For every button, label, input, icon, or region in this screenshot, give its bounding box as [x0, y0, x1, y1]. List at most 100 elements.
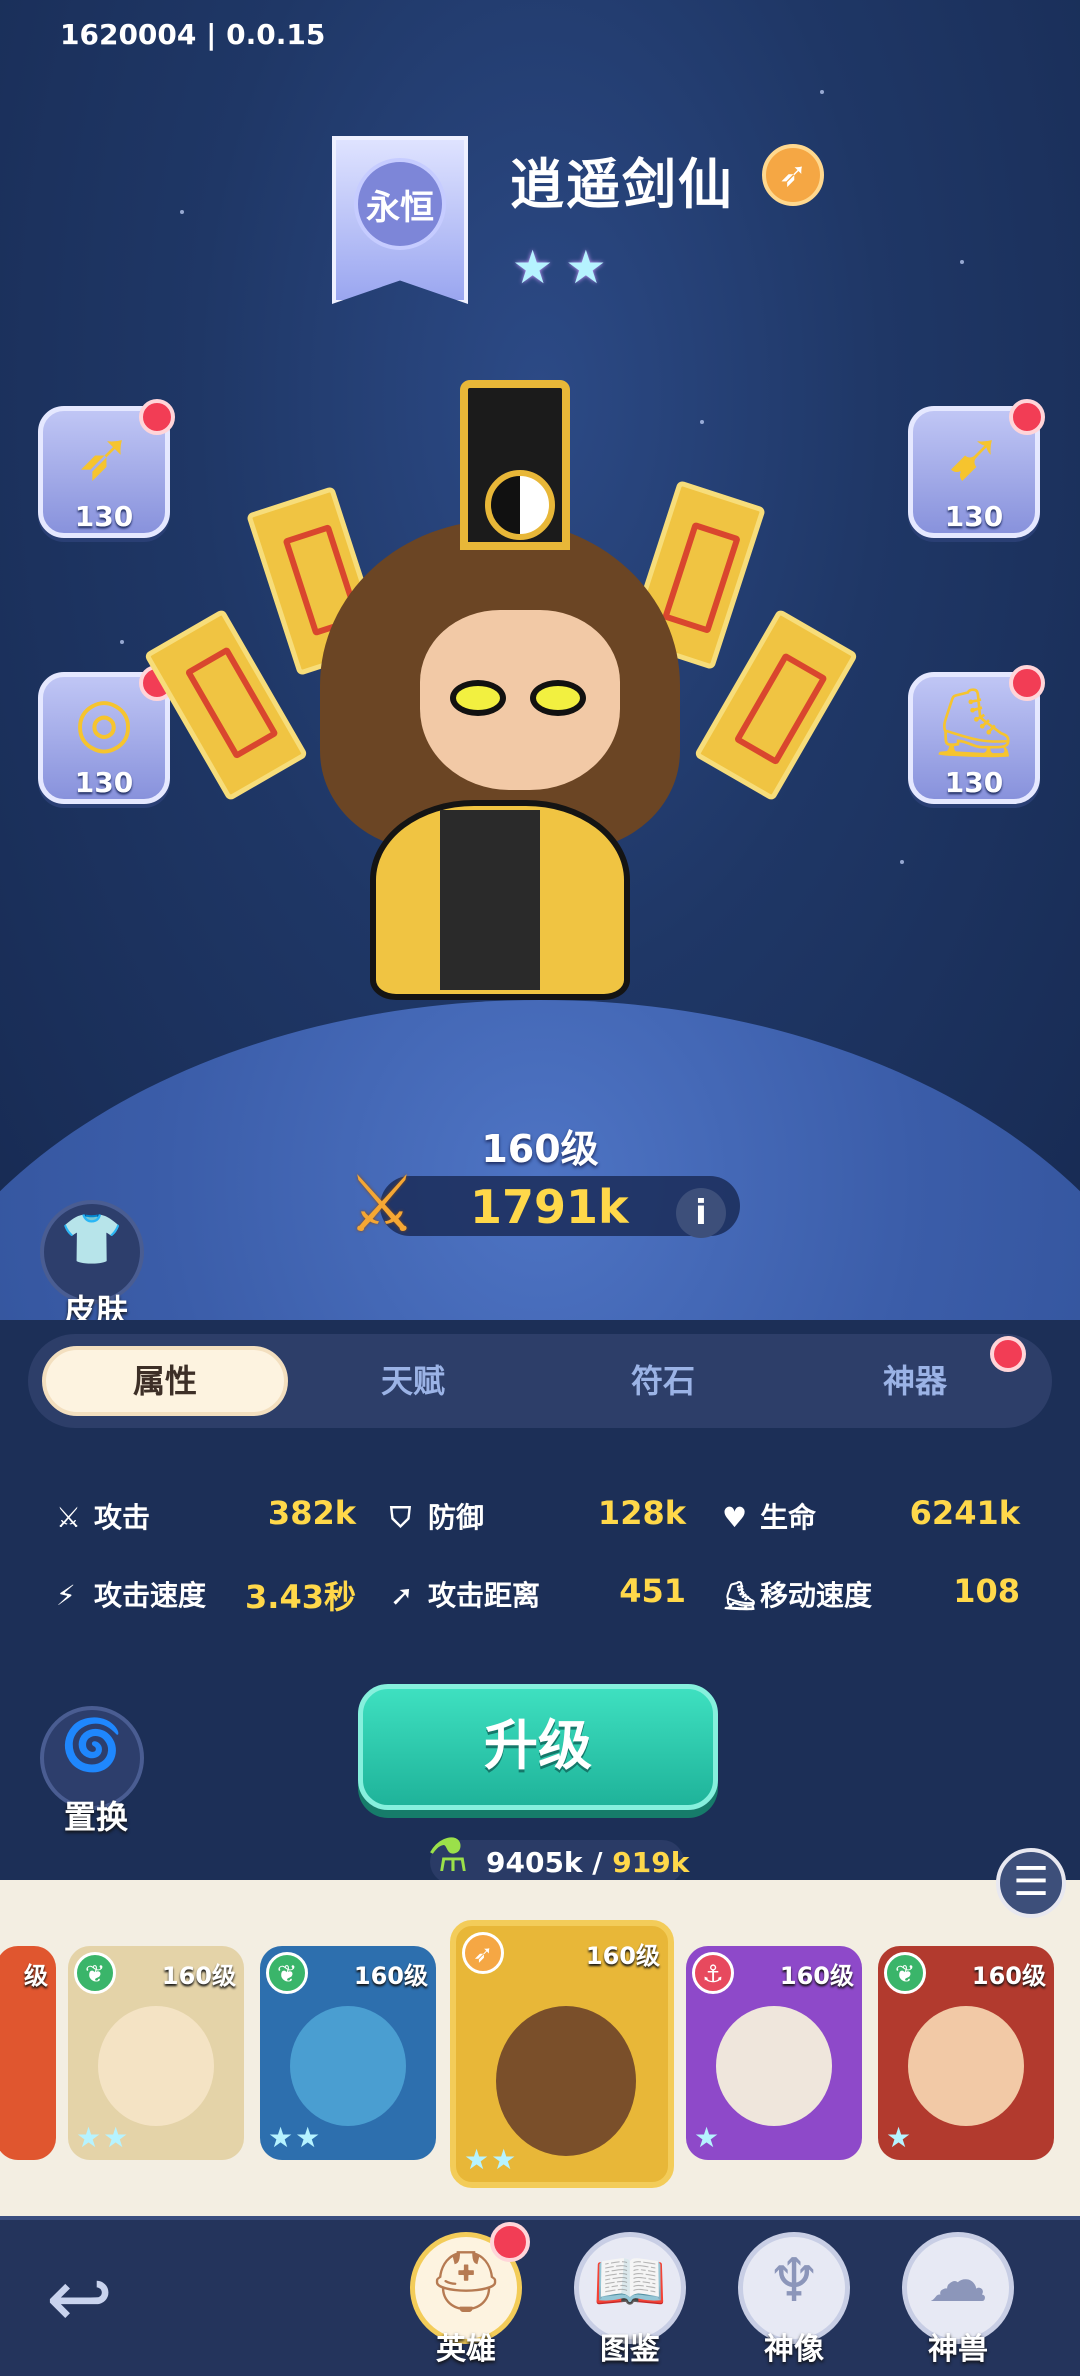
equip-level: 130 [74, 766, 134, 799]
stat-label: 移动速度 [760, 1579, 873, 1612]
card-level: 160级 [353, 1962, 428, 1990]
swirl-icon: 🌀 [60, 1716, 124, 1774]
stat-health: ♥ 生命 [722, 1496, 816, 1536]
card-stars: ★★ [464, 2143, 519, 2176]
tab-runestone[interactable]: 符石 [540, 1346, 786, 1416]
lightning-icon: ⚡ [56, 1579, 76, 1612]
hero-card-selected[interactable]: ➶ 160级 ★★ [450, 1920, 674, 2188]
nav-label: 神像 [764, 2332, 824, 2367]
nav-label: 英雄 [436, 2332, 496, 2367]
stat-label: 攻击距离 [428, 1579, 541, 1612]
card-stars: ★★ [268, 2121, 323, 2154]
cost-current: 9405k [486, 1846, 583, 1879]
cost-required: 919k [612, 1846, 690, 1879]
nav-label: 图鉴 [600, 2332, 660, 2367]
anchor-icon: ⚓ [692, 1952, 734, 1994]
nav-statue[interactable]: ♆ 神像 [734, 2232, 854, 2367]
upgrade-button[interactable]: 升级 [358, 1684, 718, 1810]
rank-banner[interactable]: 永恒 [332, 136, 468, 304]
rank-label: 永恒 [354, 158, 446, 250]
star-icon: ★ [512, 240, 554, 294]
hero-level: 160级 [481, 1127, 599, 1171]
hero-character[interactable] [290, 380, 710, 1020]
hero-robe-inner [440, 810, 540, 990]
stat-value: 6241k [909, 1494, 1020, 1532]
stat-value: 3.43秒 [245, 1578, 356, 1616]
notice-dot [990, 1336, 1026, 1372]
notice-dot [1009, 399, 1045, 435]
card-level: 级 [24, 1962, 48, 1990]
swap-button[interactable]: 🌀 置换 [40, 1706, 144, 1836]
heart-icon: ♥ [722, 1501, 748, 1534]
hero-portrait [98, 2006, 214, 2126]
equip-level: 130 [944, 500, 1004, 533]
stat-label: 攻击速度 [94, 1579, 207, 1612]
power-value: 1791k [470, 1180, 629, 1234]
shirt-icon: 👕 [60, 1210, 124, 1268]
equip-slot-boots[interactable]: ⛸ 130 [908, 665, 1045, 804]
card-stars: ★★ [76, 2121, 131, 2154]
background-star [820, 90, 824, 94]
hero-portrait [908, 2006, 1024, 2126]
hero-card[interactable]: ❦ 160级 ★★ [260, 1946, 436, 2160]
back-arrow-icon[interactable]: ↩ [46, 2252, 113, 2345]
leaf-icon: ❦ [266, 1952, 308, 1994]
upgrade-cost: 9405k / 919k [486, 1846, 689, 1879]
stat-attack: ⚔ 攻击 [56, 1496, 150, 1536]
list-icon[interactable]: ☰ [996, 1848, 1066, 1918]
hero-stars: ★ ★ [512, 240, 607, 294]
skin-button[interactable]: 👕 皮肤 [40, 1200, 144, 1330]
stat-value: 128k [597, 1494, 686, 1532]
stat-value: 108 [953, 1572, 1020, 1610]
stat-defense: ⛉ 防御 [390, 1496, 484, 1536]
book-icon: 📖 [592, 2247, 668, 2317]
leaf-icon: ❦ [74, 1952, 116, 1994]
info-button[interactable]: i [676, 1188, 726, 1238]
flame-icon: ♆ [767, 2246, 821, 2316]
background-star [180, 210, 184, 214]
stat-attack-speed: ⚡ 攻击速度 [56, 1574, 206, 1614]
nav-beast[interactable]: ☁ 神兽 [898, 2232, 1018, 2367]
sword-icon: ⚔ [56, 1501, 82, 1534]
stat-label: 生命 [760, 1501, 817, 1534]
bow-icon: ➶ [462, 1932, 504, 1974]
tab-talent[interactable]: 天赋 [290, 1346, 536, 1416]
background-star [960, 260, 964, 264]
hero-eye [530, 680, 586, 716]
stat-value: 451 [619, 1572, 686, 1610]
background-star [900, 860, 904, 864]
equip-slot-weapon[interactable]: ➶ 130 [38, 399, 175, 538]
stat-value: 382k [267, 1494, 356, 1532]
hero-name: 逍遥剑仙 [510, 153, 734, 216]
equip-slot-ring[interactable]: ◎ 130 [38, 665, 175, 804]
stat-attack-range: ➚ 攻击距离 [390, 1574, 540, 1614]
hero-card[interactable]: ❦ 160级 ★ [878, 1946, 1054, 2160]
bow-icon[interactable]: ➶ [762, 144, 824, 206]
equip-slot-quiver[interactable]: ➹ 130 [908, 399, 1045, 538]
stat-label: 防御 [428, 1501, 485, 1534]
beast-icon: ☁ [928, 2246, 988, 2316]
stat-move-speed: ⛸移动速度 [722, 1574, 872, 1614]
hero-card[interactable]: 级 [0, 1946, 56, 2160]
card-stars: ★ [886, 2121, 914, 2154]
hero-card[interactable]: ❦ 160级 ★★ [68, 1946, 244, 2160]
equip-level: 130 [74, 500, 134, 533]
card-level: 160级 [971, 1962, 1046, 1990]
notice-dot [1009, 665, 1045, 701]
leaf-icon: ❦ [884, 1952, 926, 1994]
nav-codex[interactable]: 📖 图鉴 [570, 2232, 690, 2367]
notice-dot [490, 2222, 530, 2262]
card-stars: ★ [694, 2121, 722, 2154]
nav-label: 神兽 [928, 2332, 988, 2367]
background-star [120, 640, 124, 644]
tab-attributes[interactable]: 属性 [42, 1346, 288, 1416]
shield-icon: ⛉ [390, 1501, 412, 1534]
hero-portrait [290, 2006, 406, 2126]
sword-icon: ⚔ [347, 1160, 417, 1250]
notice-dot [139, 399, 175, 435]
potion-icon: ⚗ [427, 1828, 469, 1882]
boot-icon: ⛸ [722, 1579, 758, 1612]
hero-portrait [496, 2006, 636, 2156]
hero-portrait [716, 2006, 832, 2126]
hero-card[interactable]: ⚓ 160级 ★ [686, 1946, 862, 2160]
